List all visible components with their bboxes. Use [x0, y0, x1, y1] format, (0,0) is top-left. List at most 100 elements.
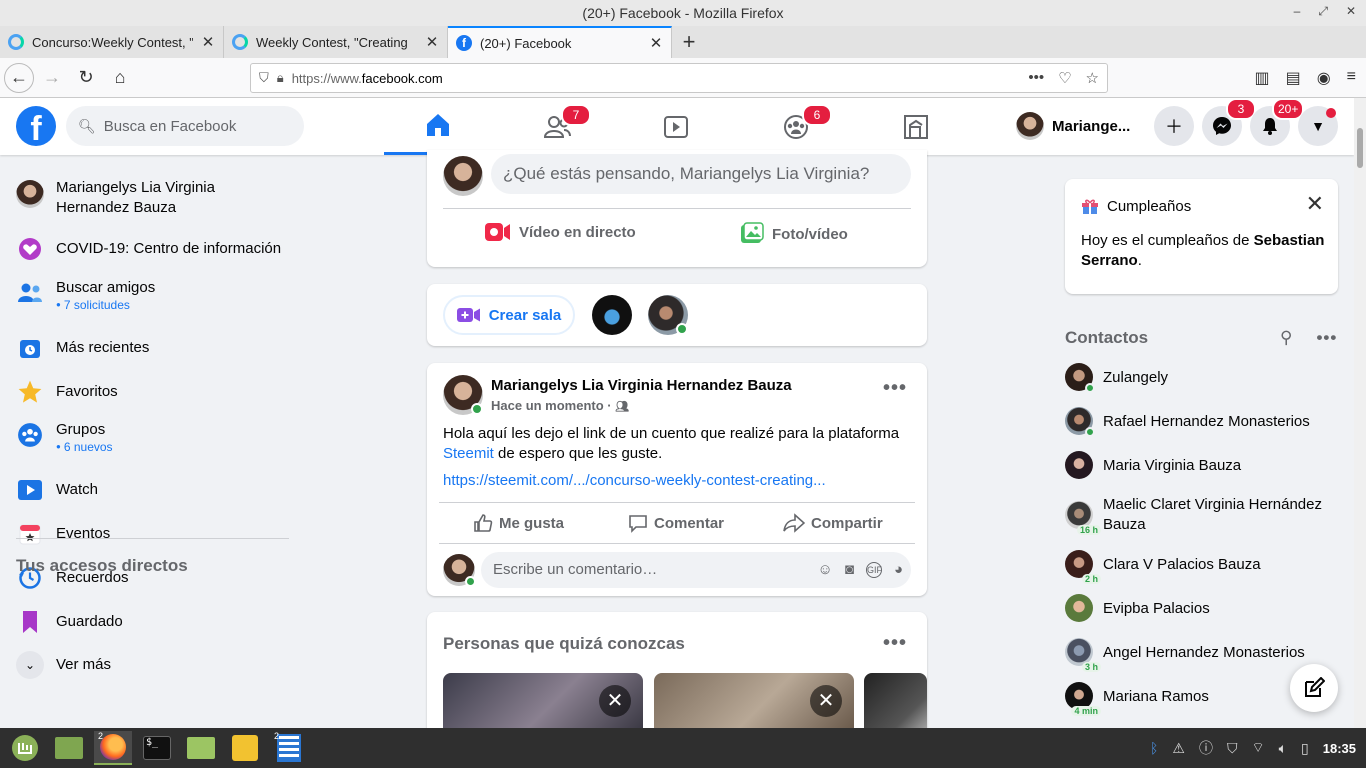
camera-icon[interactable]: ◙ [845, 552, 854, 588]
taskbar-draw[interactable] [226, 731, 264, 765]
tab-friends[interactable]: 7 [503, 98, 611, 155]
new-tab-button[interactable]: + [672, 26, 706, 58]
composer-input[interactable]: ¿Qué estás pensando, Mariangelys Lia Vir… [491, 154, 911, 194]
tab-strip: Concurso:Weekly Contest, " ✕ Weekly Cont… [0, 26, 1366, 58]
pymk-options-icon[interactable]: ••• [883, 632, 907, 655]
contact-item[interactable]: 16 h Maelic Claret Virginia Hernández Ba… [1065, 495, 1333, 535]
browser-tab-concurso[interactable]: Concurso:Weekly Contest, " ✕ [0, 26, 224, 58]
volume-icon[interactable]: 🔈︎ [1279, 740, 1287, 757]
emoji-icon[interactable]: ☺ [818, 552, 833, 588]
sidebar-item-most-recent[interactable]: Más recientes [16, 334, 149, 362]
tab-home[interactable] [384, 98, 492, 155]
search-icon[interactable]: ⚲ [1280, 328, 1292, 348]
facebook-logo-icon[interactable]: f [16, 106, 56, 146]
reload-button[interactable]: ↻ [70, 62, 102, 94]
contact-item[interactable]: 2 h Clara V Palacios Bauza [1065, 550, 1261, 584]
profile-shortcut[interactable]: Mariange... [1016, 110, 1130, 142]
post-time[interactable]: Hace un momento · 👥︎ [491, 398, 629, 413]
sidebar-item-covid[interactable]: COVID-19: Centro de información [16, 235, 281, 263]
messenger-button[interactable]: 3 [1202, 98, 1256, 146]
tab-groups[interactable]: 6 [742, 98, 850, 155]
live-video-button[interactable]: Vídeo en directo [485, 222, 636, 242]
shield-icon[interactable]: ⛉ [259, 70, 269, 86]
sidebar-item-saved[interactable]: Guardado [16, 608, 123, 636]
contact-item[interactable]: Maria Virginia Bauza [1065, 451, 1241, 479]
tab-close-icon[interactable]: ✕ [649, 34, 663, 52]
sidebar-item-favorites[interactable]: Favoritos [16, 378, 118, 406]
post-options-icon[interactable]: ••• [883, 377, 907, 400]
library-icon[interactable]: ▥ [1254, 68, 1269, 88]
contact-item[interactable]: Evipba Palacios [1065, 594, 1210, 622]
update-info-icon[interactable]: ⓘ [1199, 738, 1213, 758]
sidebar-item-watch[interactable]: Watch [16, 476, 98, 504]
tab-close-icon[interactable]: ✕ [201, 33, 215, 51]
close-icon[interactable]: ✕ [1306, 191, 1324, 217]
options-icon[interactable]: ••• [1316, 328, 1337, 348]
taskbar-terminal[interactable]: $_ [138, 731, 176, 765]
back-button[interactable]: ← [4, 62, 34, 93]
mint-menu-button[interactable] [6, 731, 44, 765]
sidebar-item-see-more[interactable]: ⌄ Ver más [16, 651, 111, 679]
dismiss-suggestion-icon[interactable]: ✕ [599, 685, 631, 717]
home-button[interactable]: ⌂ [104, 62, 136, 94]
photo-video-button[interactable]: Foto/vídeo [740, 222, 848, 246]
notifications-button[interactable]: 20+ [1250, 98, 1305, 146]
like-button[interactable]: Me gusta [473, 513, 564, 533]
minimize-icon[interactable]: – [1294, 4, 1301, 19]
lock-icon[interactable]: 🔒︎ [277, 70, 284, 86]
restore-icon[interactable]: ⤢ [1318, 4, 1328, 19]
sidebar-item-profile[interactable]: Mariangelys Lia Virginia Hernandez Bauza [16, 179, 256, 218]
post-inline-link[interactable]: Steemit [443, 445, 494, 462]
contact-item[interactable]: 4 min Mariana Ramos [1065, 682, 1209, 716]
sidebar-item-events[interactable]: Eventos [16, 520, 110, 548]
wifi-icon[interactable]: ⌔ [1251, 739, 1264, 757]
facebook-icon: f [456, 35, 472, 51]
menu-icon[interactable]: ≡ [1347, 68, 1356, 88]
share-button[interactable]: Compartir [783, 513, 883, 533]
page-actions-icon[interactable]: ••• [1028, 69, 1044, 87]
tab-close-icon[interactable]: ✕ [425, 33, 439, 51]
account-icon[interactable]: ◉ [1317, 68, 1331, 88]
shield-icon[interactable]: ⛉ [1227, 740, 1238, 757]
browser-tab-facebook[interactable]: f (20+) Facebook ✕ [448, 26, 672, 58]
taskbar-show-desktop[interactable] [50, 731, 88, 765]
clock[interactable]: 18:35 [1323, 741, 1356, 756]
create-button[interactable]: ＋ [1154, 106, 1194, 146]
tab-watch[interactable] [622, 98, 730, 155]
search-input[interactable]: 🔍︎ Busca en Facebook [66, 106, 304, 146]
new-message-button[interactable] [1290, 664, 1338, 712]
browser-tab-weekly-contest[interactable]: Weekly Contest, "Creating ✕ [224, 26, 448, 58]
sticker-icon[interactable]: ◕ [894, 552, 903, 588]
page-scrollbar[interactable] [1354, 98, 1366, 728]
post-author[interactable]: Mariangelys Lia Virginia Hernandez Bauza [491, 377, 792, 394]
comment-input[interactable]: Escribe un comentario… ☺ ◙ GIF ◕ [481, 552, 911, 588]
room-avatar[interactable] [592, 295, 632, 335]
sidebar-item-find-friends[interactable]: Buscar amigos 7 solicitudes [16, 279, 155, 312]
post-url-link[interactable]: https://steemit.com/.../concurso-weekly-… [443, 472, 826, 489]
forward-button[interactable]: → [36, 62, 68, 94]
avatar[interactable] [443, 156, 483, 196]
taskbar-firefox[interactable]: 2 [94, 731, 132, 765]
bluetooth-icon[interactable]: ᛒ [1150, 740, 1158, 756]
pocket-icon[interactable]: ♡ [1058, 69, 1071, 87]
taskbar-writer[interactable]: 2 [270, 731, 308, 765]
contact-item[interactable]: 3 h Angel Hernandez Monasterios [1065, 638, 1305, 672]
steemit-icon [8, 34, 24, 50]
sidebar-item-groups[interactable]: Grupos 6 nuevos [16, 421, 113, 454]
url-bar[interactable]: ⛉ 🔒︎ https://www. facebook.com ••• ♡ ☆ [250, 63, 1108, 93]
account-menu-button[interactable]: ▼ [1298, 106, 1338, 146]
tab-gaming[interactable] [862, 98, 970, 155]
gif-icon[interactable]: GIF [865, 562, 882, 578]
close-icon[interactable]: ✕ [1346, 4, 1356, 19]
contact-item[interactable]: Zulangely [1065, 363, 1168, 393]
scrollbar-thumb[interactable] [1357, 128, 1363, 168]
sidebar-toggle-icon[interactable]: ▤ [1286, 68, 1301, 88]
bookmark-star-icon[interactable]: ☆ [1086, 69, 1099, 87]
warning-icon[interactable]: ⚠ [1172, 740, 1185, 757]
taskbar-files[interactable] [182, 731, 220, 765]
dismiss-suggestion-icon[interactable]: ✕ [810, 685, 842, 717]
comment-button[interactable]: Comentar [628, 513, 724, 533]
create-room-button[interactable]: Crear sala [443, 295, 575, 335]
contact-item[interactable]: Rafael Hernandez Monasterios [1065, 407, 1310, 437]
battery-icon[interactable]: ▯ [1301, 740, 1309, 757]
